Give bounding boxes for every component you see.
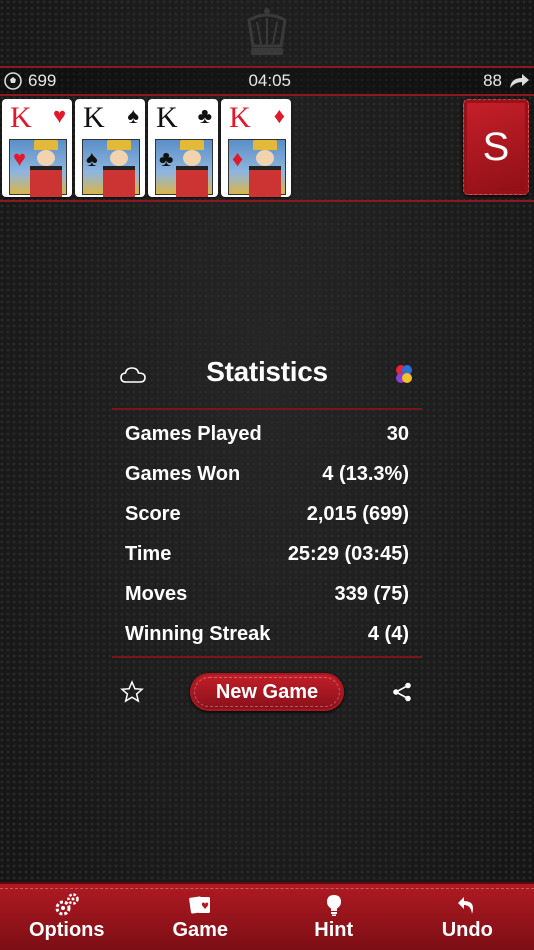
card-rank: K bbox=[229, 101, 251, 134]
new-game-label: New Game bbox=[215, 680, 319, 703]
king-art: ♦ bbox=[228, 139, 286, 197]
card-suit-large: ♦ bbox=[232, 146, 244, 171]
stat-row-score: Score 2,015 (699) bbox=[112, 494, 422, 534]
soccer-ball-icon bbox=[4, 72, 22, 90]
king-art: ♠ bbox=[82, 139, 140, 197]
stat-label: Winning Streak bbox=[125, 622, 271, 645]
timer-value: 04:05 bbox=[248, 71, 291, 90]
score-value: 699 bbox=[28, 71, 57, 90]
stat-value: 2,015 (699) bbox=[306, 502, 409, 525]
stat-row-moves: Moves 339 (75) bbox=[112, 574, 422, 614]
stat-value: 4 (13.3%) bbox=[322, 462, 409, 485]
card-suit: ♣ bbox=[197, 103, 212, 128]
undo-arrow-icon bbox=[458, 897, 474, 914]
stat-row-winning-streak: Winning Streak 4 (4) bbox=[112, 614, 422, 654]
stat-label: Games Played bbox=[125, 422, 262, 445]
stat-value: 25:29 (03:45) bbox=[287, 542, 409, 565]
stat-row-time: Time 25:29 (03:45) bbox=[112, 534, 422, 574]
card-rank: K bbox=[10, 101, 32, 134]
foundation-row: K ♥ ♥ K ♠ ♠ K ♣ ♣ K ♦ ♦ S bbox=[0, 96, 534, 202]
statistics-panel: Statistics Games Played 30 Games Won 4 (… bbox=[112, 348, 422, 724]
stat-label: Score bbox=[125, 502, 181, 525]
stat-row-games-won: Games Won 4 (13.3%) bbox=[112, 454, 422, 494]
hint-label: Hint bbox=[314, 919, 354, 941]
stock-pile[interactable]: S bbox=[463, 99, 529, 195]
stat-label: Time bbox=[125, 542, 172, 565]
stat-value: 339 (75) bbox=[334, 582, 410, 605]
card-suit-large: ♣ bbox=[159, 146, 174, 171]
undo-label: Undo bbox=[441, 919, 493, 941]
foundation-card-diamonds[interactable]: K ♦ ♦ bbox=[221, 99, 291, 197]
foundation-card-spades[interactable]: K ♠ ♠ bbox=[75, 99, 145, 197]
card-rank: K bbox=[83, 101, 105, 134]
gears-icon bbox=[55, 893, 79, 916]
bottom-toolbar: Options ♥ Game Hint Undo bbox=[0, 882, 534, 950]
cards-icon: ♥ bbox=[189, 896, 211, 914]
options-label: Options bbox=[28, 919, 105, 941]
game-button[interactable]: ♥ Game bbox=[134, 884, 268, 950]
card-rank: K bbox=[156, 101, 178, 134]
undo-button[interactable]: Undo bbox=[401, 884, 534, 950]
card-suit: ♥ bbox=[52, 103, 66, 128]
card-suit: ♠ bbox=[127, 103, 139, 128]
card-suit-large: ♠ bbox=[86, 146, 98, 171]
card-suit: ♦ bbox=[273, 103, 285, 128]
moves-arrow-icon bbox=[510, 74, 529, 88]
stat-value: 30 bbox=[386, 422, 409, 445]
new-game-button[interactable]: New Game bbox=[190, 673, 344, 711]
stat-value: 4 (4) bbox=[367, 622, 409, 645]
share-icon[interactable] bbox=[392, 682, 412, 702]
lightbulb-icon bbox=[326, 895, 341, 916]
hint-button[interactable]: Hint bbox=[267, 884, 401, 950]
stat-label: Games Won bbox=[125, 462, 241, 485]
svg-text:♥: ♥ bbox=[201, 902, 209, 912]
status-bar: 699 04:05 88 bbox=[0, 66, 534, 96]
options-button[interactable]: Options bbox=[0, 884, 134, 950]
king-art: ♣ bbox=[155, 139, 213, 197]
foundation-card-hearts[interactable]: K ♥ ♥ bbox=[2, 99, 72, 197]
stat-row-games-played: Games Played 30 bbox=[112, 414, 422, 454]
statistics-title: Statistics bbox=[206, 356, 328, 387]
game-label: Game bbox=[172, 919, 229, 941]
card-suit-large: ♥ bbox=[13, 146, 27, 171]
palette-icon[interactable] bbox=[394, 364, 414, 386]
stat-rows: Games Played 30 Games Won 4 (13.3%) Scor… bbox=[112, 410, 422, 656]
foundation-card-clubs[interactable]: K ♣ ♣ bbox=[148, 99, 218, 197]
stock-letter: S bbox=[482, 124, 510, 169]
crown-icon bbox=[247, 8, 287, 55]
star-icon[interactable] bbox=[120, 680, 144, 704]
stat-label: Moves bbox=[125, 582, 188, 605]
king-art: ♥ bbox=[9, 139, 67, 197]
moves-value: 88 bbox=[483, 71, 502, 90]
